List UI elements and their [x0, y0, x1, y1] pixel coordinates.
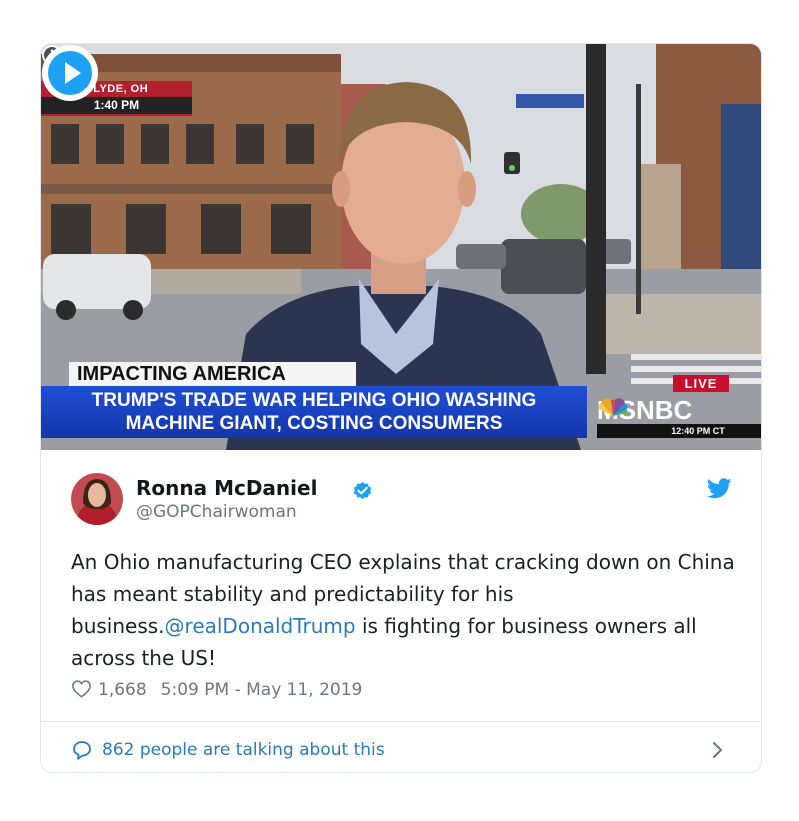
video-media[interactable]: CLYDE, OH 1:40 PM IMPACTING AMERICA TRUM…	[41, 44, 761, 450]
like-count[interactable]: 1,668	[98, 680, 147, 700]
verified-badge-icon	[353, 481, 372, 500]
reply-bubble-icon	[73, 741, 91, 760]
play-icon[interactable]	[41, 44, 99, 102]
author-name[interactable]: Ronna McDaniel	[136, 476, 317, 500]
twitter-bird-icon[interactable]	[707, 478, 732, 499]
headline-line-1: TRUMP'S TRADE WAR HELPING OHIO WASHING	[91, 390, 537, 411]
avatar[interactable]	[71, 473, 123, 525]
avatar-image	[71, 473, 123, 525]
embedded-tweet-card: CLYDE, OH 1:40 PM IMPACTING AMERICA TRUM…	[40, 43, 762, 773]
author-handle[interactable]: @GOPChairwoman	[136, 502, 297, 522]
heart-icon[interactable]	[71, 679, 92, 698]
conversation-link[interactable]: 862 people are talking about this	[41, 722, 761, 772]
banner-label: IMPACTING AMERICA	[69, 362, 356, 386]
banner-headline: TRUMP'S TRADE WAR HELPING OHIO WASHING M…	[41, 386, 587, 438]
tweet-timestamp[interactable]: 5:09 PM - May 11, 2019	[161, 680, 363, 700]
live-badge: LIVE	[673, 375, 729, 392]
conversation-label: 862 people are talking about this	[102, 740, 385, 760]
chevron-right-icon	[713, 742, 722, 758]
tweet-text: An Ohio manufacturing CEO explains that …	[71, 546, 741, 674]
ticker-time: 12:40 PM CT	[671, 426, 725, 436]
mention-link[interactable]: @realDonaldTrump	[165, 614, 356, 638]
network-logo: MSNBC	[597, 395, 737, 425]
peacock-icon	[598, 398, 628, 416]
headline-line-2: MACHINE GIANT, COSTING CONSUMERS	[125, 413, 503, 434]
tweet-meta: 1,668 5:09 PM - May 11, 2019	[71, 678, 362, 702]
